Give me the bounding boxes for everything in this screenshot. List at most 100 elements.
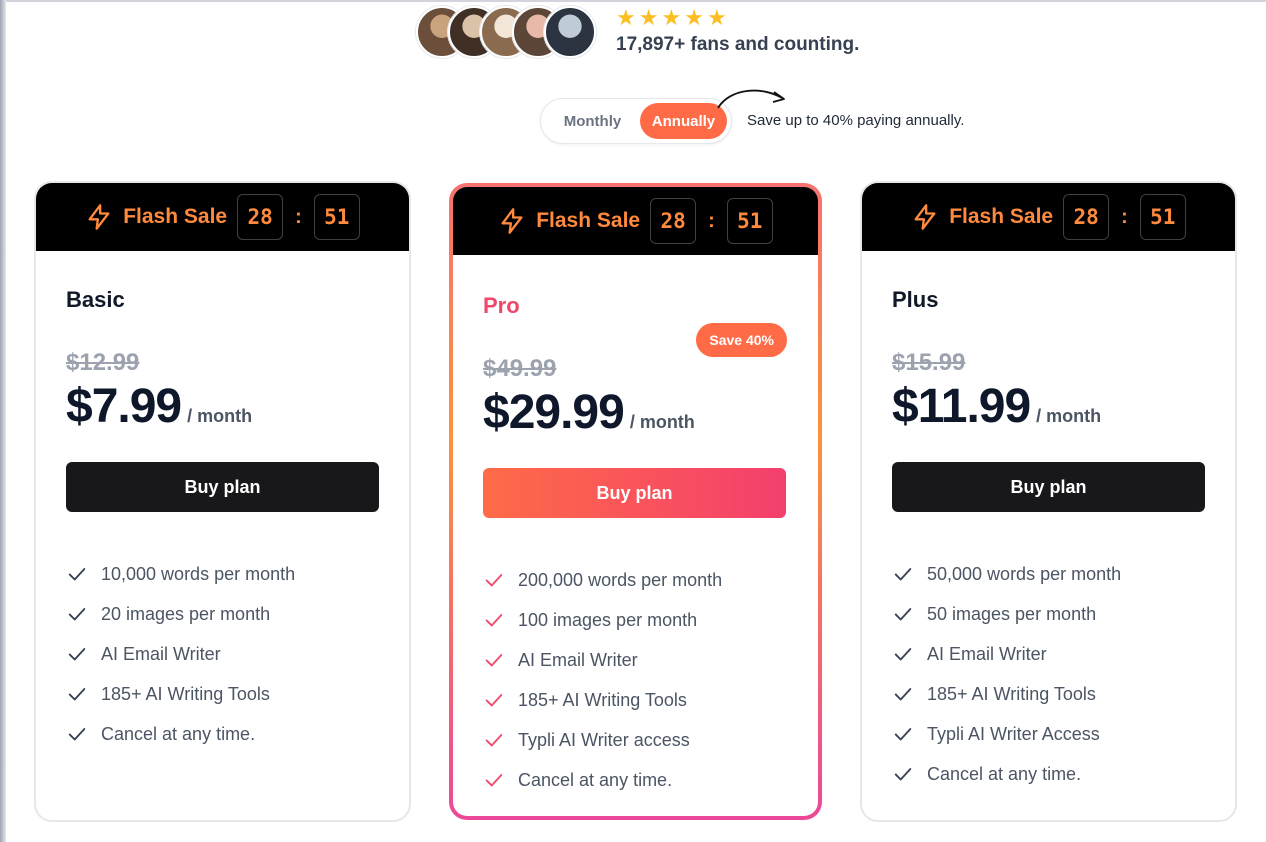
price-period: / month [187,406,253,426]
star-rating: ★ ★ ★ ★ ★ [616,8,859,30]
checkmark-icon [483,729,505,751]
plan-name: Plus [892,287,939,312]
flash-sale-label: Flash Sale [949,205,1054,228]
timer-seconds: 51 [313,194,360,240]
star-icon: ★ [706,6,727,31]
checkmark-icon [66,643,88,665]
price-period: / month [629,412,695,432]
checkmark-icon [892,643,914,665]
rating-block: ★ ★ ★ ★ ★ 17,897+ fans and counting. [616,8,859,56]
feature-item: 185+ AI Writing Tools [66,674,379,714]
feature-item: Cancel at any time. [892,754,1205,794]
checkmark-icon [892,563,914,585]
flash-sale-banner: Flash Sale 28:51 [453,187,818,255]
feature-item: 185+ AI Writing Tools [483,680,788,720]
buy-plan-button[interactable]: Buy plan [892,462,1205,512]
checkmark-icon [892,763,914,785]
timer-seconds: 51 [726,198,773,244]
feature-text: 10,000 words per month [101,563,296,584]
feature-item: 100 images per month [483,600,788,640]
feature-text: Cancel at any time. [101,723,256,744]
window-left-border [0,0,6,842]
flash-sale-banner: Flash Sale 28:51 [36,183,409,251]
plan-name: Pro [483,293,520,318]
feature-item: Typli AI Writer Access [892,714,1205,754]
flash-sale-label: Flash Sale [536,209,641,232]
feature-text: Cancel at any time. [518,769,673,790]
star-icon: ★ [661,6,682,31]
feature-item: 20 images per month [66,594,379,634]
feature-item: AI Email Writer [892,634,1205,674]
price: $29.99 [483,386,625,439]
timer-minutes: 28 [1063,194,1110,240]
window-top-border [0,0,1266,2]
timer-minutes: 28 [237,194,284,240]
feature-text: 50,000 words per month [927,563,1122,584]
feature-item: 50,000 words per month [892,554,1205,594]
plan-name: Basic [66,287,125,312]
feature-text: 200,000 words per month [518,569,723,590]
feature-item: Typli AI Writer access [483,720,788,760]
feature-item: 185+ AI Writing Tools [892,674,1205,714]
price-row: $29.99/ month [483,385,788,440]
buy-plan-button[interactable]: Buy plan [66,462,379,512]
checkmark-icon [892,683,914,705]
feature-text: Typli AI Writer Access [927,723,1100,744]
checkmark-icon [892,723,914,745]
feature-item: AI Email Writer [483,640,788,680]
feature-text: 100 images per month [518,609,698,630]
flash-sale-banner: Flash Sale 28:51 [862,183,1235,251]
timer-separator: : [1121,205,1128,228]
feature-item: 10,000 words per month [66,554,379,594]
feature-text: AI Email Writer [927,643,1047,664]
checkmark-icon [892,603,914,625]
feature-text: 185+ AI Writing Tools [927,683,1096,704]
feature-text: 185+ AI Writing Tools [518,689,687,710]
old-price: $49.99 [483,355,557,382]
lightning-bolt-icon [85,203,113,231]
price: $11.99 [892,380,1031,433]
avatar [544,6,596,58]
billing-toggle[interactable]: Monthly Annually [540,98,732,144]
feature-list: 200,000 words per month 100 images per mo… [483,560,788,800]
feature-text: AI Email Writer [518,649,638,670]
price-period: / month [1036,406,1102,426]
checkmark-icon [66,723,88,745]
checkmark-icon [66,563,88,585]
timer-seconds: 51 [1139,194,1186,240]
avatar-group [416,6,596,58]
feature-text: Typli AI Writer access [518,729,690,750]
feature-text: 185+ AI Writing Tools [101,683,270,704]
feature-text: 20 images per month [101,603,271,624]
social-proof: ★ ★ ★ ★ ★ 17,897+ fans and counting. [416,6,859,58]
plan-card-pro: Flash Sale 28:51 Save 40% Pro $49.99 $29.99/ … [449,183,822,820]
feature-item: Cancel at any time. [66,714,379,754]
star-icon: ★ [638,6,659,31]
lightning-bolt-icon [498,207,526,235]
price: $7.99 [66,380,182,433]
timer-separator: : [708,209,715,232]
feature-item: 200,000 words per month [483,560,788,600]
plan-body: Basic $12.99 $7.99/ month Buy plan 10,000 wo… [36,287,409,754]
checkmark-icon [483,569,505,591]
plan-body: Plus $15.99 $11.99/ month Buy plan 50,000 wo… [862,287,1235,794]
feature-item: AI Email Writer [66,634,379,674]
fans-count: 17,897+ fans and counting. [616,34,860,55]
checkmark-icon [483,609,505,631]
feature-text: AI Email Writer [101,643,221,664]
buy-plan-button[interactable]: Buy plan [483,468,786,518]
toggle-monthly[interactable]: Monthly [545,103,640,139]
price-row: $7.99/ month [66,379,379,434]
feature-text: 50 images per month [927,603,1097,624]
plan-card-basic: Flash Sale 28:51 Basic $12.99 $7.99/ month Bu… [34,181,411,822]
checkmark-icon [483,769,505,791]
star-icon: ★ [684,6,704,31]
checkmark-icon [66,683,88,705]
timer-minutes: 28 [650,198,697,244]
feature-list: 10,000 words per month 20 images per mont… [66,554,379,754]
feature-item: 50 images per month [892,594,1205,634]
feature-list: 50,000 words per month 50 images per mont… [892,554,1205,794]
checkmark-icon [66,603,88,625]
save-note: Save up to 40% paying annually. [747,112,965,129]
star-icon: ★ [616,6,636,31]
